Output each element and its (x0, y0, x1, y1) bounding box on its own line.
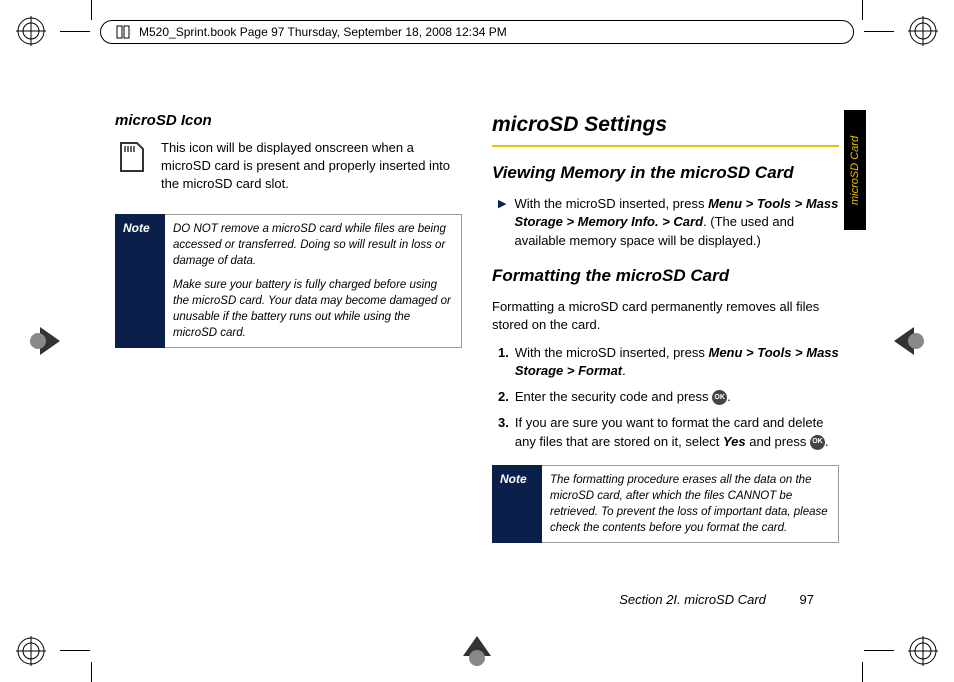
note-paragraph: The formatting procedure erases all the … (550, 472, 830, 536)
step-item: With the microSD inserted, press Menu > … (492, 344, 839, 380)
page-header: M520_Sprint.book Page 97 Thursday, Septe… (100, 20, 854, 44)
bullet-icon: ▶ (498, 197, 506, 250)
footer-section: Section 2I. microSD Card (619, 592, 766, 607)
note-label: Note (115, 214, 165, 349)
formatting-intro: Formatting a microSD card permanently re… (492, 298, 839, 334)
ok-button-icon: OK (810, 435, 825, 450)
crop-circle-icon (908, 16, 938, 46)
side-tab: microSD Card (844, 110, 866, 230)
page-content: microSD Icon This icon will be displayed… (115, 110, 839, 612)
header-text: M520_Sprint.book Page 97 Thursday, Septe… (139, 25, 507, 39)
registration-mark-icon (459, 632, 495, 668)
step-item: Enter the security code and press OK. (492, 388, 839, 406)
heading-microsd-settings: microSD Settings (492, 110, 839, 139)
heading-formatting: Formatting the microSD Card (492, 264, 839, 288)
note-label: Note (492, 465, 542, 543)
heading-viewing-memory: Viewing Memory in the microSD Card (492, 161, 839, 185)
left-column: microSD Icon This icon will be displayed… (115, 110, 462, 612)
microsd-icon (115, 139, 149, 175)
note-box-left: Note DO NOT remove a microSD card while … (115, 214, 462, 349)
registration-mark-icon (890, 323, 926, 359)
registration-mark-icon (28, 323, 64, 359)
bullet-text: With the microSD inserted, press Menu > … (514, 195, 839, 250)
note-paragraph: DO NOT remove a microSD card while files… (173, 221, 453, 269)
ok-button-icon: OK (712, 390, 727, 405)
side-tab-label: microSD Card (849, 135, 861, 204)
heading-underline (492, 145, 839, 147)
crop-circle-icon (16, 636, 46, 666)
crop-circle-icon (16, 16, 46, 46)
book-icon (115, 24, 131, 40)
crop-circle-icon (908, 636, 938, 666)
note-body: The formatting procedure erases all the … (542, 465, 839, 543)
step-item: If you are sure you want to format the c… (492, 414, 839, 450)
note-body: DO NOT remove a microSD card while files… (165, 214, 462, 349)
right-column: microSD Settings Viewing Memory in the m… (492, 110, 839, 612)
page-footer: Section 2I. microSD Card 97 (619, 592, 814, 607)
bullet-item: ▶ With the microSD inserted, press Menu … (492, 195, 839, 250)
heading-microsd-icon: microSD Icon (115, 110, 462, 131)
note-box-right: Note The formatting procedure erases all… (492, 465, 839, 543)
steps-list: With the microSD inserted, press Menu > … (492, 344, 839, 451)
note-paragraph: Make sure your battery is fully charged … (173, 277, 453, 341)
microsd-icon-description: This icon will be displayed onscreen whe… (161, 139, 462, 194)
footer-page-number: 97 (800, 592, 814, 607)
